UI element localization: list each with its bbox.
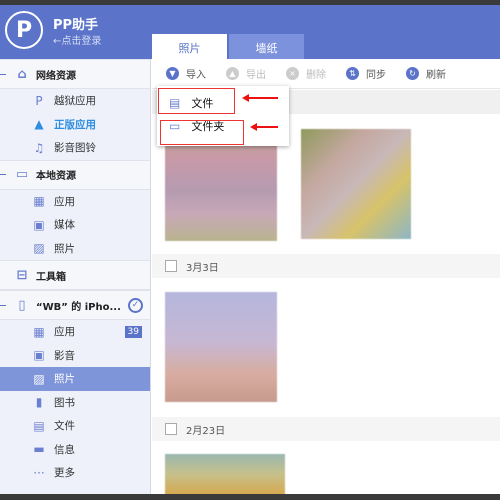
button-label: 导入 bbox=[186, 70, 206, 81]
video-icon: ▣ bbox=[33, 348, 45, 363]
sidebar-item-media-ringtones[interactable]: ♫ 影音图铃 bbox=[0, 136, 150, 160]
delete-button[interactable]: × 删除 bbox=[286, 66, 326, 81]
item-label: 媒体 bbox=[54, 219, 75, 232]
sidebar-item-local-photos[interactable]: ▨ 照片 bbox=[0, 237, 150, 261]
button-label: 刷新 bbox=[426, 70, 446, 81]
delete-icon: × bbox=[286, 67, 299, 80]
group-label: 工具箱 bbox=[36, 271, 66, 283]
item-label: 信息 bbox=[54, 443, 75, 456]
more-icon: ··· bbox=[33, 465, 45, 480]
monitor-icon: ▭ bbox=[15, 167, 29, 182]
app-title: PP助手 bbox=[53, 18, 99, 33]
toolbar: ▼ 导入 ▲ 导出 × 删除 ⇅ 同步 ↻ 刷新 bbox=[152, 59, 500, 89]
group-date: 2月23日 bbox=[186, 425, 226, 437]
button-label: 同步 bbox=[366, 70, 386, 81]
collapse-icon bbox=[0, 304, 6, 306]
file-icon: ▤ bbox=[33, 418, 45, 433]
app-header: P PP助手 ←点击登录 照片 墙纸 bbox=[0, 5, 500, 64]
item-label: 图书 bbox=[54, 396, 75, 409]
sidebar-group-device[interactable]: ▯ “WB” 的 iPho... ✓ bbox=[0, 290, 150, 320]
pp-icon: P bbox=[35, 93, 43, 108]
select-group-checkbox[interactable] bbox=[165, 423, 177, 435]
button-label: 删除 bbox=[306, 70, 326, 81]
group-label: 网络资源 bbox=[36, 70, 76, 82]
photo-thumbnail[interactable] bbox=[165, 454, 285, 495]
item-label: 正版应用 bbox=[54, 118, 96, 131]
window-bottom-bar bbox=[0, 494, 500, 500]
phone-icon: ▯ bbox=[18, 297, 26, 313]
sidebar-item-device-messages[interactable]: ▬ 信息 bbox=[0, 438, 150, 462]
app-store-icon: ▲ bbox=[34, 117, 44, 132]
sidebar-group-toolbox[interactable]: ⊟ 工具箱 bbox=[0, 260, 150, 290]
photo-thumbnail[interactable] bbox=[301, 129, 411, 239]
refresh-button[interactable]: ↻ 刷新 bbox=[406, 66, 446, 81]
home-icon: ⌂ bbox=[17, 66, 27, 82]
item-label: 更多 bbox=[54, 467, 75, 480]
sidebar-item-device-files[interactable]: ▤ 文件 bbox=[0, 414, 150, 438]
sidebar-item-device-photos[interactable]: ▨ 照片 bbox=[0, 367, 150, 391]
collapse-icon bbox=[0, 73, 6, 75]
item-label: 照片 bbox=[54, 242, 75, 255]
item-label: 越狱应用 bbox=[54, 95, 96, 108]
device-name: “WB” 的 iPho... bbox=[36, 301, 121, 313]
image-icon: ▨ bbox=[33, 371, 45, 386]
toolbox-icon: ⊟ bbox=[16, 267, 28, 283]
sidebar-group-local[interactable]: ▭ 本地资源 bbox=[0, 159, 150, 190]
sidebar-item-jailbreak-apps[interactable]: P 越狱应用 bbox=[0, 89, 150, 113]
sync-button[interactable]: ⇅ 同步 bbox=[346, 66, 386, 81]
group-date: 3月3日 bbox=[186, 262, 219, 274]
export-button[interactable]: ▲ 导出 bbox=[226, 66, 266, 81]
sidebar-item-local-apps[interactable]: ▦ 应用 bbox=[0, 190, 150, 214]
select-group-checkbox[interactable] bbox=[165, 260, 177, 272]
sidebar-item-device-more[interactable]: ··· 更多 bbox=[0, 461, 150, 485]
grid-icon: ▦ bbox=[33, 324, 45, 339]
annotation-arrow bbox=[250, 123, 278, 131]
grid-icon: ▦ bbox=[33, 194, 45, 209]
sidebar-item-genuine-apps[interactable]: ▲ 正版应用 bbox=[0, 113, 150, 137]
sidebar-item-device-media[interactable]: ▣ 影音 bbox=[0, 344, 150, 368]
count-badge: 39 bbox=[124, 325, 142, 338]
sidebar-item-local-media[interactable]: ▣ 媒体 bbox=[0, 213, 150, 237]
photo-thumbnail[interactable] bbox=[165, 292, 277, 402]
date-group-header: 3月3日 bbox=[152, 254, 500, 278]
item-label: 应用 bbox=[54, 195, 75, 208]
import-button[interactable]: ▼ 导入 bbox=[166, 66, 206, 81]
collapse-icon bbox=[0, 174, 6, 175]
import-icon: ▼ bbox=[166, 67, 179, 80]
annotation-box bbox=[158, 88, 235, 114]
date-group-header: 2月23日 bbox=[152, 417, 500, 441]
sync-icon: ⇅ bbox=[346, 67, 359, 80]
book-icon: ▮ bbox=[35, 395, 43, 410]
button-label: 导出 bbox=[246, 70, 266, 81]
item-label: 影音图铃 bbox=[54, 142, 96, 155]
group-label: 本地资源 bbox=[36, 171, 76, 182]
sidebar: ⌂ 网络资源 P 越狱应用 ▲ 正版应用 ♫ 影音图铃 ▭ 本地资源 ▦ 应用 ▣ 媒体 ▨ 照… bbox=[0, 59, 151, 495]
sidebar-group-network[interactable]: ⌂ 网络资源 bbox=[0, 59, 150, 89]
connected-check-icon: ✓ bbox=[128, 297, 143, 313]
item-label: 文件 bbox=[54, 420, 75, 433]
pp-logo: P bbox=[5, 11, 43, 49]
image-icon: ▨ bbox=[33, 241, 45, 256]
music-icon: ♫ bbox=[33, 140, 45, 155]
export-icon: ▲ bbox=[226, 67, 239, 80]
annotation-arrow bbox=[242, 94, 278, 102]
video-icon: ▣ bbox=[33, 217, 45, 232]
item-label: 应用 bbox=[54, 326, 75, 339]
refresh-icon: ↻ bbox=[406, 67, 419, 80]
sidebar-item-device-books[interactable]: ▮ 图书 bbox=[0, 391, 150, 415]
annotation-box bbox=[160, 120, 244, 145]
message-icon: ▬ bbox=[33, 442, 45, 457]
item-label: 照片 bbox=[54, 373, 75, 386]
item-label: 影音 bbox=[54, 349, 75, 362]
login-link[interactable]: ←点击登录 bbox=[53, 32, 101, 47]
sidebar-item-device-apps[interactable]: ▦ 应用 39 bbox=[0, 320, 150, 344]
